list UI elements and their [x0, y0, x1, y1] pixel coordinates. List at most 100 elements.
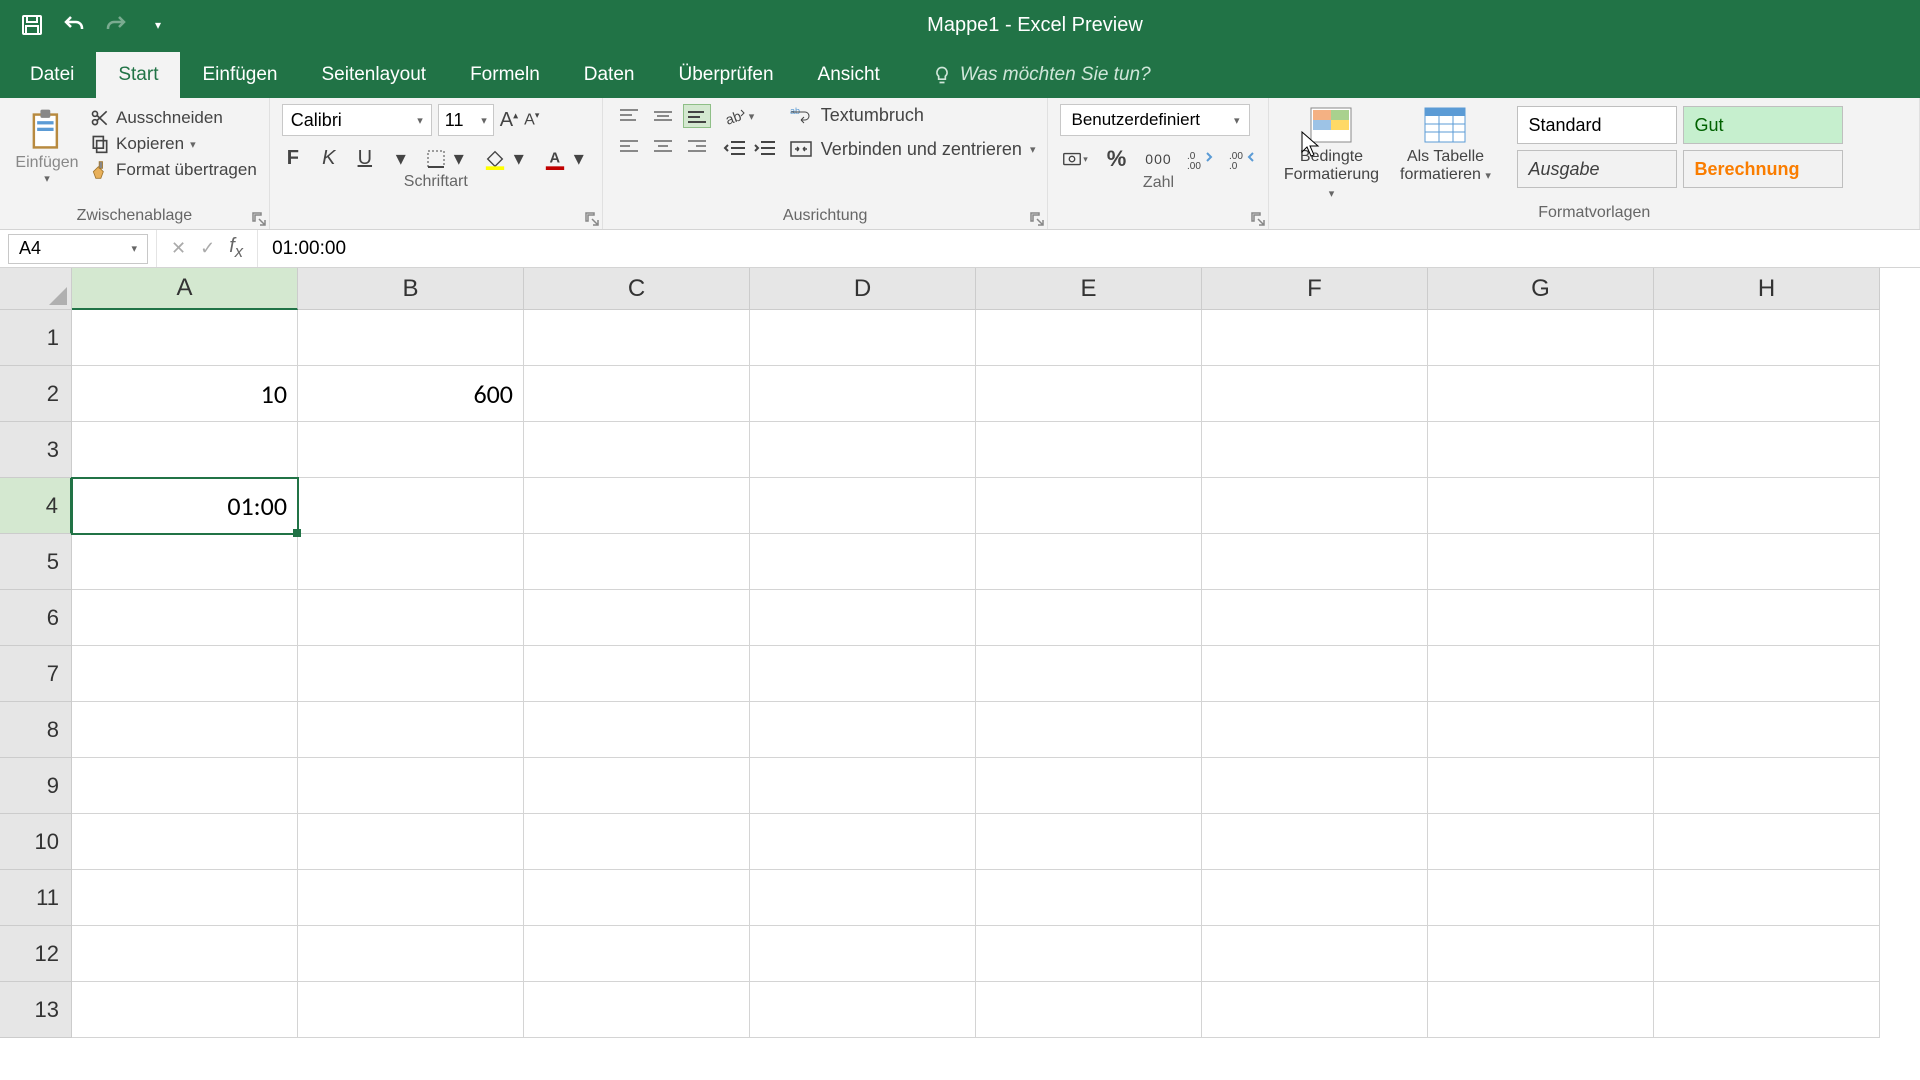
decrease-indent-button[interactable] [723, 138, 747, 163]
formula-input[interactable]: 01:00:00 [258, 238, 1920, 260]
cell-D5[interactable] [750, 534, 976, 590]
style-berechnung[interactable]: Berechnung [1683, 150, 1843, 188]
column-header-A[interactable]: A [72, 268, 298, 310]
cell-E9[interactable] [976, 758, 1202, 814]
cell-C10[interactable] [524, 814, 750, 870]
row-header-4[interactable]: 4 [0, 478, 72, 534]
align-left-button[interactable] [615, 134, 643, 158]
fill-color-button[interactable]: ▾ [484, 146, 530, 171]
cell-A4[interactable]: 01:00 [72, 478, 298, 534]
format-as-table-button[interactable]: Als Tabelle formatieren ▾ [1395, 106, 1495, 184]
align-right-button[interactable] [683, 134, 711, 158]
row-header-2[interactable]: 2 [0, 366, 72, 422]
cell-G1[interactable] [1428, 310, 1654, 366]
font-color-button[interactable]: A ▾ [544, 146, 590, 171]
cell-F6[interactable] [1202, 590, 1428, 646]
row-header-9[interactable]: 9 [0, 758, 72, 814]
cell-E8[interactable] [976, 702, 1202, 758]
cell-A12[interactable] [72, 926, 298, 982]
cell-B2[interactable]: 600 [298, 366, 524, 422]
cell-E13[interactable] [976, 982, 1202, 1038]
cell-E3[interactable] [976, 422, 1202, 478]
cell-C1[interactable] [524, 310, 750, 366]
qat-customize-icon[interactable]: ▾ [146, 13, 170, 37]
row-header-10[interactable]: 10 [0, 814, 72, 870]
column-header-F[interactable]: F [1202, 268, 1428, 310]
column-header-G[interactable]: G [1428, 268, 1654, 310]
cell-G2[interactable] [1428, 366, 1654, 422]
cell-E1[interactable] [976, 310, 1202, 366]
insert-function-button[interactable]: fx [229, 235, 243, 262]
cell-B11[interactable] [298, 870, 524, 926]
format-painter-button[interactable]: Format übertragen [90, 160, 257, 180]
cell-E7[interactable] [976, 646, 1202, 702]
merge-center-button[interactable]: Verbinden und zentrieren ▾ [789, 138, 1036, 160]
cell-B10[interactable] [298, 814, 524, 870]
cell-G7[interactable] [1428, 646, 1654, 702]
number-format-combo[interactable]: Benutzerdefiniert▾ [1060, 104, 1250, 136]
cell-F4[interactable] [1202, 478, 1428, 534]
cell-G12[interactable] [1428, 926, 1654, 982]
style-standard[interactable]: Standard [1517, 106, 1677, 144]
cell-E2[interactable] [976, 366, 1202, 422]
decrease-font-button[interactable]: A▾ [524, 110, 539, 129]
cell-B8[interactable] [298, 702, 524, 758]
cell-C5[interactable] [524, 534, 750, 590]
borders-button[interactable]: ▾ [426, 146, 470, 171]
cell-G10[interactable] [1428, 814, 1654, 870]
cell-H2[interactable] [1654, 366, 1880, 422]
align-middle-button[interactable] [649, 104, 677, 128]
cell-D8[interactable] [750, 702, 976, 758]
cell-G3[interactable] [1428, 422, 1654, 478]
wrap-text-button[interactable]: ab Textumbruch [789, 104, 1036, 126]
cell-F2[interactable] [1202, 366, 1428, 422]
cell-A8[interactable] [72, 702, 298, 758]
cell-F10[interactable] [1202, 814, 1428, 870]
cell-H8[interactable] [1654, 702, 1880, 758]
cell-H4[interactable] [1654, 478, 1880, 534]
cell-A13[interactable] [72, 982, 298, 1038]
cell-G6[interactable] [1428, 590, 1654, 646]
cell-A1[interactable] [72, 310, 298, 366]
row-header-1[interactable]: 1 [0, 310, 72, 366]
align-center-button[interactable] [649, 134, 677, 158]
cell-B9[interactable] [298, 758, 524, 814]
cell-H1[interactable] [1654, 310, 1880, 366]
dialog-launcher-icon[interactable] [1250, 211, 1266, 227]
column-header-D[interactable]: D [750, 268, 976, 310]
cell-B7[interactable] [298, 646, 524, 702]
cell-A3[interactable] [72, 422, 298, 478]
cell-F12[interactable] [1202, 926, 1428, 982]
tell-me-search[interactable]: Was möchten Sie tun? [932, 52, 1151, 98]
cell-C8[interactable] [524, 702, 750, 758]
italic-button[interactable]: K [318, 147, 340, 170]
tab-formeln[interactable]: Formeln [448, 52, 562, 98]
cell-H10[interactable] [1654, 814, 1880, 870]
cell-H7[interactable] [1654, 646, 1880, 702]
spreadsheet-grid[interactable]: ABCDEFGH 12106003401:005678910111213 [0, 268, 1920, 1038]
increase-decimal-button[interactable]: .0.00 [1186, 146, 1214, 172]
cell-C6[interactable] [524, 590, 750, 646]
cell-A10[interactable] [72, 814, 298, 870]
redo-icon[interactable] [104, 13, 128, 37]
dialog-launcher-icon[interactable] [251, 211, 267, 227]
cell-E10[interactable] [976, 814, 1202, 870]
cell-E12[interactable] [976, 926, 1202, 982]
cell-B3[interactable] [298, 422, 524, 478]
cell-H12[interactable] [1654, 926, 1880, 982]
cell-E5[interactable] [976, 534, 1202, 590]
cell-D2[interactable] [750, 366, 976, 422]
cell-G9[interactable] [1428, 758, 1654, 814]
cell-B4[interactable] [298, 478, 524, 534]
cell-B6[interactable] [298, 590, 524, 646]
cell-F8[interactable] [1202, 702, 1428, 758]
row-header-7[interactable]: 7 [0, 646, 72, 702]
enter-formula-button[interactable]: ✓ [200, 238, 215, 259]
tab-datei[interactable]: Datei [8, 52, 96, 98]
cell-C2[interactable] [524, 366, 750, 422]
column-header-H[interactable]: H [1654, 268, 1880, 310]
cell-C3[interactable] [524, 422, 750, 478]
cell-D7[interactable] [750, 646, 976, 702]
row-header-5[interactable]: 5 [0, 534, 72, 590]
font-size-combo[interactable]: 11▾ [438, 104, 494, 136]
